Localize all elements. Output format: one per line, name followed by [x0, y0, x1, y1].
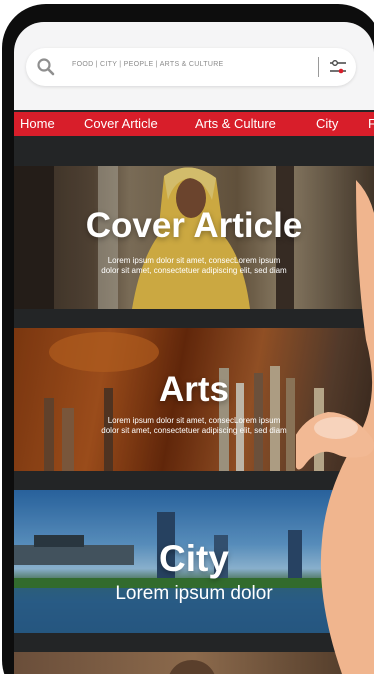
nav-item-arts-culture[interactable]: Arts & Culture — [195, 116, 276, 131]
nav-item-home[interactable]: Home — [20, 116, 55, 131]
filter-icon[interactable] — [329, 58, 347, 76]
nav-item-cover-article[interactable]: Cover Article — [84, 116, 158, 131]
category-nav: Home Cover Article Arts & Culture City F — [14, 112, 374, 136]
search-divider — [318, 57, 319, 77]
search-icon[interactable] — [36, 57, 56, 77]
nav-item-more[interactable]: F — [368, 116, 374, 131]
hand-illustration — [296, 180, 374, 674]
nav-item-city[interactable]: City — [316, 116, 338, 131]
search-bar[interactable]: FOOD | CITY | PEOPLE | ARTS & CULTURE — [26, 48, 356, 86]
search-area: FOOD | CITY | PEOPLE | ARTS & CULTURE — [14, 22, 374, 110]
search-input[interactable]: FOOD | CITY | PEOPLE | ARTS & CULTURE — [72, 61, 224, 68]
